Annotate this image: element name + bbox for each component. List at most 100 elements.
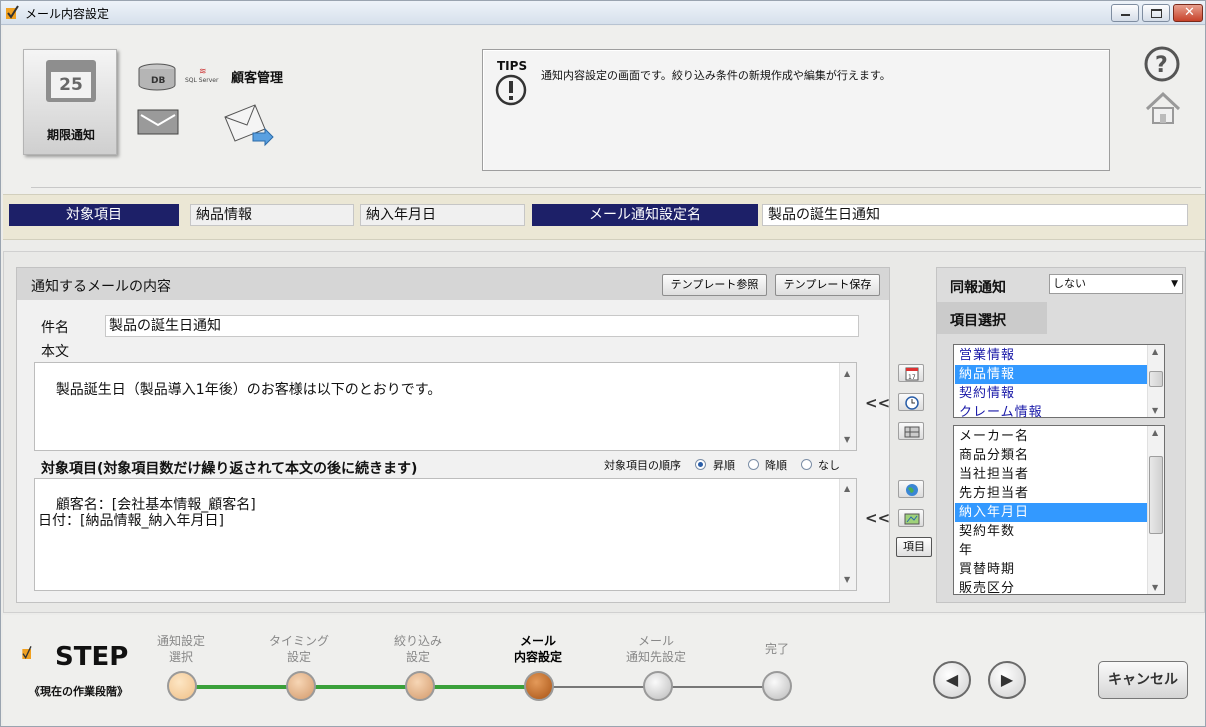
date-insert-button[interactable]: 17	[898, 364, 924, 382]
list-item[interactable]: 当社担当者	[955, 465, 1147, 484]
cc-label: 同報通知	[950, 280, 1006, 296]
setting-name-label: メール通知設定名	[532, 204, 758, 226]
items-textarea[interactable]: 顧客名：[会社基本情報_顧客名] 日付：[納品情報_納入年月日] ▲ ▼	[34, 478, 857, 591]
scroll-thumb[interactable]	[1149, 456, 1163, 534]
subject-label: 件名	[41, 320, 69, 336]
tips-text: 通知内容設定の画面です。絞り込み条件の新規作成や編集が行えます。	[541, 69, 891, 82]
close-button[interactable]: ✕	[1173, 4, 1203, 22]
step-track-done	[183, 685, 543, 689]
body-label: 本文	[41, 344, 69, 360]
items-scrollbar[interactable]: ▲ ▼	[839, 479, 856, 590]
chevron-down-icon: ▼	[1171, 279, 1178, 289]
insert-items-arrow[interactable]: <<	[865, 509, 890, 527]
maximize-button[interactable]	[1142, 4, 1170, 22]
step-dot-6	[762, 671, 792, 701]
order-asc-radio[interactable]	[695, 459, 706, 470]
field-listbox[interactable]: メーカー名 商品分類名 当社担当者 先方担当者 納入年月日 契約年数 年 買替時…	[953, 425, 1165, 595]
table-insert-button[interactable]	[898, 422, 924, 440]
map-insert-button[interactable]	[898, 509, 924, 527]
order-none-radio[interactable]	[801, 459, 812, 470]
cancel-button[interactable]: キャンセル	[1098, 661, 1188, 699]
table-icon	[904, 426, 920, 438]
customer-management-label: 顧客管理	[231, 71, 284, 86]
step-label-4: メール 内容設定	[513, 634, 562, 664]
list-item[interactable]: 納入年月日	[955, 503, 1147, 522]
category-listbox[interactable]: 営業情報 納品情報 契約情報 クレーム情報 ▲ ▼	[953, 344, 1165, 418]
clock-icon	[905, 396, 919, 410]
template-ref-button[interactable]: テンプレート参照	[662, 274, 767, 296]
template-save-button[interactable]: テンプレート保存	[775, 274, 880, 296]
period-notify-tile[interactable]: 25 期限通知	[23, 49, 117, 155]
body-scrollbar[interactable]: ▲ ▼	[839, 363, 856, 450]
database-icon: DB	[138, 63, 176, 91]
window-title: メール内容設定	[25, 7, 110, 21]
title-bar: メール内容設定 ✕	[1, 1, 1205, 25]
globe-insert-button[interactable]	[898, 480, 924, 498]
target-value-1: 納品情報	[190, 204, 354, 226]
target-value-2: 納入年月日	[360, 204, 525, 226]
minimize-button[interactable]	[1111, 4, 1139, 22]
step-dot-4	[524, 671, 554, 701]
tips-panel: TIPS 通知内容設定の画面です。絞り込み条件の新規作成や編集が行えます。	[482, 49, 1110, 171]
list-item[interactable]: メーカー名	[955, 427, 1147, 446]
field-scrollbar[interactable]: ▲ ▼	[1147, 426, 1164, 594]
calendar-small-icon: 17	[905, 367, 919, 381]
step-label-2: タイミング 設定	[268, 634, 329, 664]
sql-server-logo: ≋ SQL Server	[185, 67, 219, 84]
list-item[interactable]: 営業情報	[955, 346, 1147, 365]
list-item[interactable]: 納品情報	[955, 365, 1147, 384]
setting-name-field[interactable]: 製品の誕生日通知	[762, 204, 1188, 226]
step-logo-text: STEP	[55, 642, 129, 672]
svg-text:17: 17	[908, 374, 916, 381]
insert-body-arrow[interactable]: <<	[865, 394, 890, 412]
step-dot-1	[167, 671, 197, 701]
home-icon[interactable]	[1143, 89, 1183, 129]
map-icon	[904, 513, 920, 525]
order-desc-label: 降順	[765, 459, 787, 472]
list-item[interactable]: 年	[955, 541, 1147, 560]
app-window: メール内容設定 ✕ 25 期限通知 DB ≋ SQL Server 顧客管理 T…	[0, 0, 1206, 727]
order-desc-radio[interactable]	[748, 459, 759, 470]
app-icon	[6, 5, 19, 19]
globe-icon	[906, 484, 918, 496]
list-item[interactable]: 契約年数	[955, 522, 1147, 541]
divider	[31, 187, 1201, 188]
cc-select[interactable]: しない ▼	[1049, 274, 1183, 294]
step-subtitle: 《現在の作業段階》	[29, 685, 128, 698]
scroll-thumb[interactable]	[1149, 371, 1163, 387]
step-dot-2	[286, 671, 316, 701]
tile-label: 期限通知	[46, 128, 95, 142]
exclamation-icon	[495, 74, 527, 106]
order-label: 対象項目の順序	[604, 459, 681, 472]
svg-text:DB: DB	[151, 76, 165, 86]
list-item[interactable]: 先方担当者	[955, 484, 1147, 503]
list-item[interactable]: 契約情報	[955, 384, 1147, 403]
items-label: 対象項目(対象項目数だけ繰り返されて本文の後に続きます)	[41, 461, 418, 477]
list-item[interactable]: 販売区分	[955, 579, 1147, 594]
list-item[interactable]: 商品分類名	[955, 446, 1147, 465]
next-button[interactable]: ▶	[988, 661, 1026, 699]
body-textarea[interactable]: 製品誕生日（製品導入1年後）のお客様は以下のとおりです。 ▲ ▼	[34, 362, 857, 451]
svg-text:?: ?	[1155, 53, 1168, 78]
step-label-5: メール 通知先設定	[625, 634, 686, 664]
tips-title: TIPS	[497, 59, 528, 73]
list-item[interactable]: 買替時期	[955, 560, 1147, 579]
step-dot-3	[405, 671, 435, 701]
order-none-label: なし	[818, 459, 840, 472]
subject-input[interactable]: 製品の誕生日通知	[105, 315, 859, 337]
arrow-left-icon: ◀	[945, 670, 959, 689]
help-icon[interactable]: ?	[1143, 45, 1181, 83]
mail-send-icon	[224, 104, 274, 147]
step-label-6: 完了	[764, 642, 789, 656]
calendar-icon: 25	[46, 60, 96, 102]
order-asc-label: 昇順	[713, 459, 735, 472]
step-label-1: 通知設定 選択	[156, 634, 205, 664]
list-item[interactable]: クレーム情報	[955, 403, 1147, 417]
item-select-label: 項目選択	[950, 313, 1006, 329]
item-button[interactable]: 項目	[896, 537, 932, 557]
category-scrollbar[interactable]: ▲ ▼	[1147, 345, 1164, 417]
time-insert-button[interactable]	[898, 393, 924, 411]
step-dot-5	[643, 671, 673, 701]
step-label-3: 絞り込み 設定	[393, 634, 442, 664]
prev-button[interactable]: ◀	[933, 661, 971, 699]
